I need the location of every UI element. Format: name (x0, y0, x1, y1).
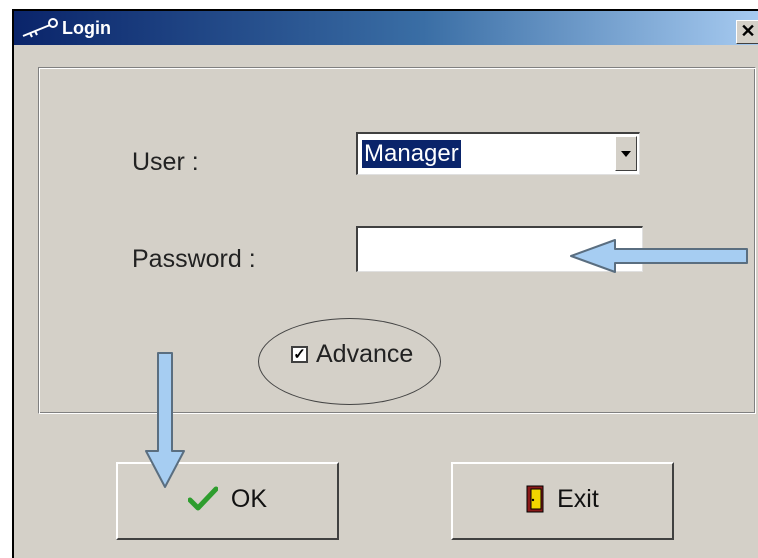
advance-label[interactable]: Advance (316, 339, 413, 369)
ok-button-label: OK (230, 484, 268, 513)
pointer-arrow-down-icon (145, 352, 185, 488)
window-title: Login (62, 18, 111, 38)
exit-button[interactable]: Exit (451, 462, 674, 540)
user-label: User : (132, 148, 199, 176)
exit-button-label: Exit (557, 484, 599, 513)
checkmark-icon (187, 486, 218, 511)
login-dialog: Login ✕ User : Manager Password : ✓ Adva… (12, 9, 758, 558)
user-select[interactable]: Manager (356, 132, 640, 175)
advance-checkbox[interactable]: ✓ (291, 346, 308, 363)
title-bar[interactable]: Login ✕ (14, 11, 758, 45)
close-button[interactable]: ✕ (736, 20, 758, 44)
password-label: Password : (132, 245, 256, 273)
close-icon: ✕ (740, 21, 756, 41)
chevron-down-icon[interactable] (615, 136, 637, 171)
door-exit-icon (526, 485, 544, 513)
key-icon (22, 18, 58, 38)
user-select-value: Manager (362, 140, 461, 168)
pointer-arrow-left-icon (570, 239, 748, 273)
